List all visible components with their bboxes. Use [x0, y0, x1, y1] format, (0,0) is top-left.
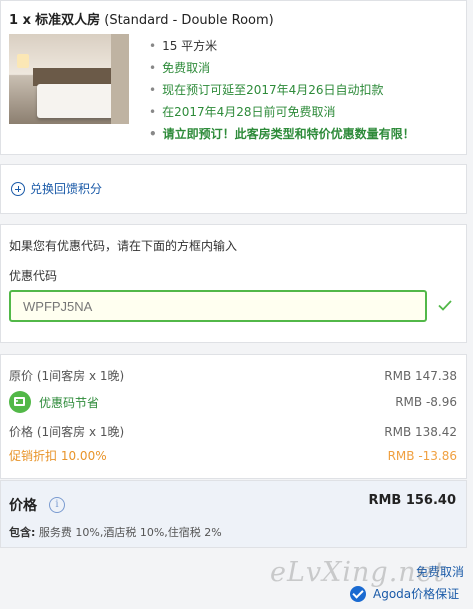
agoda-guarantee[interactable]: Agoda价格保证 [350, 585, 459, 602]
points-panel: 兑换回馈积分 [0, 164, 467, 214]
feature-limited-offer: 请立即预订！此客房类型和特价优惠数量有限！ [149, 123, 415, 145]
includes-label: 包含: [9, 526, 36, 539]
promo-code-input[interactable] [9, 290, 427, 322]
room-title: 1 x 标准双人房 (Standard - Double Room) [9, 9, 274, 28]
promo-discount-pct: 10.00% [60, 449, 107, 463]
room-name-cn: 标准双人房 [35, 13, 101, 28]
promo-discount-row: 促销折扣 10.00% RMB -13.86 [9, 447, 457, 464]
original-price-label: 原价 (1间客房 x 1晚) [9, 369, 125, 383]
includes-text: 服务费 10%,酒店税 10%,住宿税 2% [38, 526, 222, 539]
plus-circle-icon [11, 181, 25, 196]
redeem-points-button[interactable]: 兑换回馈积分 [11, 180, 102, 197]
room-features: 15 平方米 免费取消 现在预订可延至2017年4月26日自动扣款 在2017年… [149, 35, 415, 145]
redeem-points-label: 兑换回馈积分 [30, 182, 103, 196]
total-panel: 价格 i RMB 156.40 包含: 服务费 10%,酒店税 10%,住宿税 … [0, 480, 467, 548]
total-label-wrap: 价格 i [9, 495, 65, 515]
info-icon[interactable]: i [49, 497, 65, 513]
tag-icon [9, 391, 31, 413]
original-price-value: RMB 147.38 [384, 368, 457, 383]
coupon-savings-row: 优惠码节省 RMB -8.96 [9, 391, 457, 413]
promo-code-panel: 如果您有优惠代码，请在下面的方框内输入 优惠代码 [0, 224, 467, 343]
promo-hint: 如果您有优惠代码，请在下面的方框内输入 [9, 239, 238, 253]
free-cancel-link[interactable]: 免费取消 [416, 563, 464, 580]
feature-cancel-deadline: 在2017年4月28日前可免费取消 [149, 101, 415, 123]
price-row: 价格 (1间客房 x 1晚) RMB 138.42 [9, 423, 457, 440]
total-label: 价格 [9, 498, 37, 514]
check-icon [438, 300, 452, 311]
total-includes: 包含: 服务费 10%,酒店税 10%,住宿税 2% [9, 524, 222, 540]
room-panel: 1 x 标准双人房 (Standard - Double Room) 15 平方… [0, 0, 467, 155]
room-photo[interactable] [9, 34, 129, 124]
promo-discount-value: RMB -13.86 [387, 448, 457, 463]
guarantee-label: Agoda价格保证 [373, 587, 460, 601]
feature-pay-later: 现在预订可延至2017年4月26日自动扣款 [149, 79, 415, 101]
price-breakdown: 原价 (1间客房 x 1晚) RMB 147.38 优惠码节省 RMB -8.9… [0, 354, 467, 479]
coupon-savings-value: RMB -8.96 [395, 395, 457, 409]
room-qty: 1 x [9, 13, 31, 28]
feature-free-cancel: 免费取消 [149, 57, 415, 79]
promo-code-label: 优惠代码 [9, 269, 58, 283]
price-value: RMB 138.42 [384, 424, 457, 439]
room-name-en: (Standard - Double Room) [104, 13, 274, 28]
feature-size: 15 平方米 [149, 35, 415, 57]
original-price-row: 原价 (1间客房 x 1晚) RMB 147.38 [9, 367, 457, 384]
total-value: RMB 156.40 [368, 493, 456, 508]
coupon-savings-label: 优惠码节省 [39, 395, 100, 410]
promo-discount-label: 促销折扣 [9, 449, 58, 463]
price-label: 价格 (1间客房 x 1晚) [9, 425, 125, 439]
check-badge-icon [350, 585, 366, 602]
